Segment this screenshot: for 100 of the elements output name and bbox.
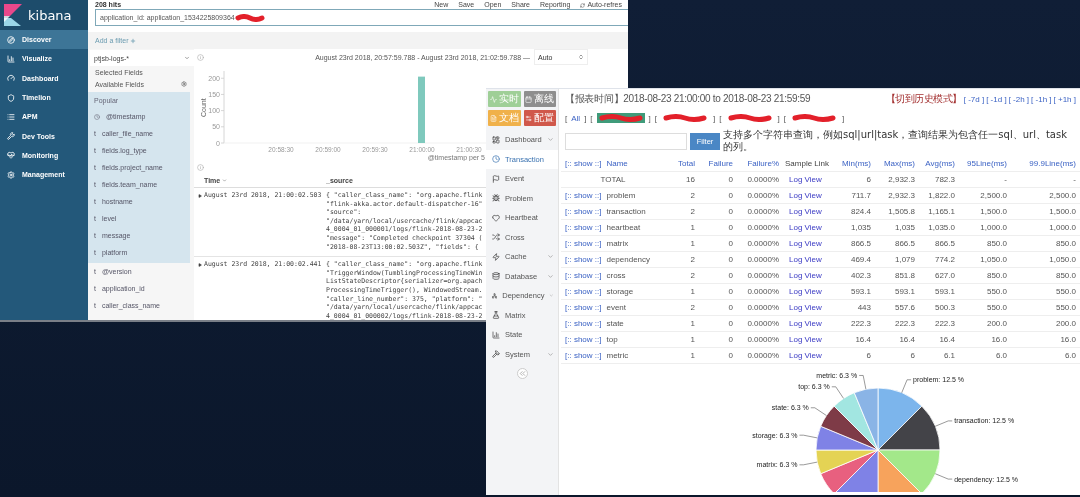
log-view-link[interactable]: Log View (779, 207, 822, 216)
column-header[interactable]: Avg(ms) (915, 159, 955, 168)
table-cell-text: 0.0000% (746, 207, 779, 216)
column-header[interactable]: 99.9Line(ms) (1007, 159, 1076, 168)
mode-button[interactable]: 配置 (523, 110, 556, 126)
clock-icon (492, 155, 500, 164)
refresh-icon (580, 2, 586, 8)
table-cell-text: 469.4 (849, 255, 871, 264)
time-step-link[interactable]: [ -2h ] (1008, 94, 1030, 104)
table-cell-text: 222.3 (933, 319, 955, 328)
chevron-icon (547, 272, 554, 280)
log-view-link[interactable]: Log View (779, 287, 822, 296)
show-link[interactable]: [:: show ::] (565, 287, 602, 296)
domain-link[interactable] (725, 113, 774, 123)
table-cell-text: 2,500.0 (979, 191, 1007, 200)
settings-icon[interactable] (181, 81, 187, 87)
show-link[interactable]: [:: show ::] (565, 335, 602, 344)
table-cell-text: 627.0 (933, 271, 955, 280)
show-link[interactable]: [:: show ::] (565, 223, 602, 232)
show-link[interactable]: [:: show ::] (565, 159, 602, 168)
table-cell-text: 782.3 (933, 175, 955, 184)
clock-icon (94, 113, 100, 120)
log-view-link[interactable]: Log View (779, 303, 822, 312)
log-view-link[interactable]: Log View (779, 255, 822, 264)
time-step-link[interactable]: [ +1h ] (1053, 94, 1076, 104)
compass-icon (7, 35, 15, 44)
show-link[interactable]: [:: show ::] (565, 303, 602, 312)
document-icon (489, 114, 497, 122)
table-cell-text: 0 (727, 335, 733, 344)
log-view-link[interactable]: Log View (779, 335, 822, 344)
domain-link[interactable] (596, 113, 645, 123)
show-link[interactable]: [:: show ::] (565, 351, 602, 360)
table-cell: metric (606, 351, 629, 360)
show-link[interactable]: [:: show ::] (565, 271, 602, 280)
table-cell-text: 0 (727, 175, 733, 184)
redaction-mark (598, 114, 643, 122)
show-link[interactable]: [:: show ::] (565, 207, 602, 216)
column-header[interactable]: Max(ms) (871, 159, 915, 168)
bracket: ] (842, 113, 845, 123)
expand-icon[interactable] (198, 263, 202, 268)
updown-icon (578, 54, 584, 60)
table-cell-text: 6.0 (1063, 351, 1076, 360)
bracket: [ (654, 113, 658, 123)
expand-icon[interactable] (198, 194, 202, 198)
column-header[interactable]: Total (665, 159, 695, 168)
filter-field[interactable] (565, 132, 687, 150)
history-mode-link[interactable]: 【切到历史模式】 (885, 92, 962, 106)
column-header[interactable]: Failure% (733, 159, 779, 168)
log-view-link[interactable]: Log View (779, 351, 822, 360)
table-cell-text: 593.1 (933, 287, 955, 296)
table-cell-text: 1,035.0 (927, 223, 955, 232)
time-step-link[interactable]: [ -7d ] (963, 94, 985, 104)
column-header[interactable]: Failure (695, 159, 733, 168)
table-cell-text: 16.0 (990, 335, 1007, 344)
flag-icon (492, 174, 500, 183)
table-cell: dependency (606, 255, 651, 264)
table-cell: storage (606, 287, 634, 296)
log-view-link[interactable]: Log View (779, 319, 822, 328)
filter-hint: 支持多个字符串查询，例如sql|url|task，查询结果为包含任一sql、url、task的列。 (723, 129, 1068, 153)
table-cell-text: 200.0 (1054, 319, 1076, 328)
log-view-link[interactable]: Log View (779, 175, 822, 184)
table-cell-text: 0 (727, 351, 733, 360)
chevron-icon (547, 350, 554, 358)
table-cell-text: 1,000.0 (979, 223, 1007, 232)
table-cell-text: 850.0 (1054, 239, 1076, 248)
table-cell-text: 1 (689, 287, 695, 296)
table-cell-text: 2,932.3 (887, 175, 915, 184)
table-cell-text: 0 (727, 223, 733, 232)
redaction-mark (727, 114, 772, 122)
table-cell-text: 866.5 (893, 239, 915, 248)
show-link[interactable]: [:: show ::] (565, 239, 602, 248)
domain-link[interactable] (790, 113, 838, 123)
table-cell-text: 0.0000% (746, 303, 779, 312)
info-icon (197, 53, 204, 61)
leader-line (901, 379, 912, 394)
table-cell-text: 0 (727, 319, 733, 328)
log-view-link[interactable]: Log View (779, 191, 822, 200)
leader-line (799, 461, 818, 466)
log-view-link[interactable]: Log View (779, 239, 822, 248)
redaction-mark (234, 13, 265, 22)
pulse-icon (489, 95, 497, 103)
column-header[interactable]: Min(ms) (835, 159, 871, 168)
log-view-link[interactable]: Log View (779, 223, 822, 232)
column-header[interactable]: Name (606, 159, 628, 168)
flask-icon (492, 311, 500, 320)
table-cell-text: 0.0000% (746, 287, 779, 296)
table-cell-text: 2 (689, 191, 695, 200)
domain-link[interactable]: All (571, 113, 581, 123)
bracket: ] (648, 113, 651, 123)
show-link[interactable]: [:: show ::] (565, 255, 602, 264)
show-link[interactable]: [:: show ::] (565, 191, 602, 200)
show-link[interactable]: [:: show ::] (565, 319, 602, 328)
bracket: [ (590, 113, 593, 123)
table-cell-text: 2,500.0 (1048, 191, 1076, 200)
bracket: ] (777, 113, 780, 123)
column-header[interactable]: 95Line(ms) (955, 159, 1007, 168)
table-cell-text: 0.0000% (746, 271, 779, 280)
time-step-link[interactable]: [ -1d ] (986, 94, 1007, 104)
log-view-link[interactable]: Log View (779, 271, 822, 280)
time-step-link[interactable]: [ -1h ] (1031, 94, 1052, 104)
